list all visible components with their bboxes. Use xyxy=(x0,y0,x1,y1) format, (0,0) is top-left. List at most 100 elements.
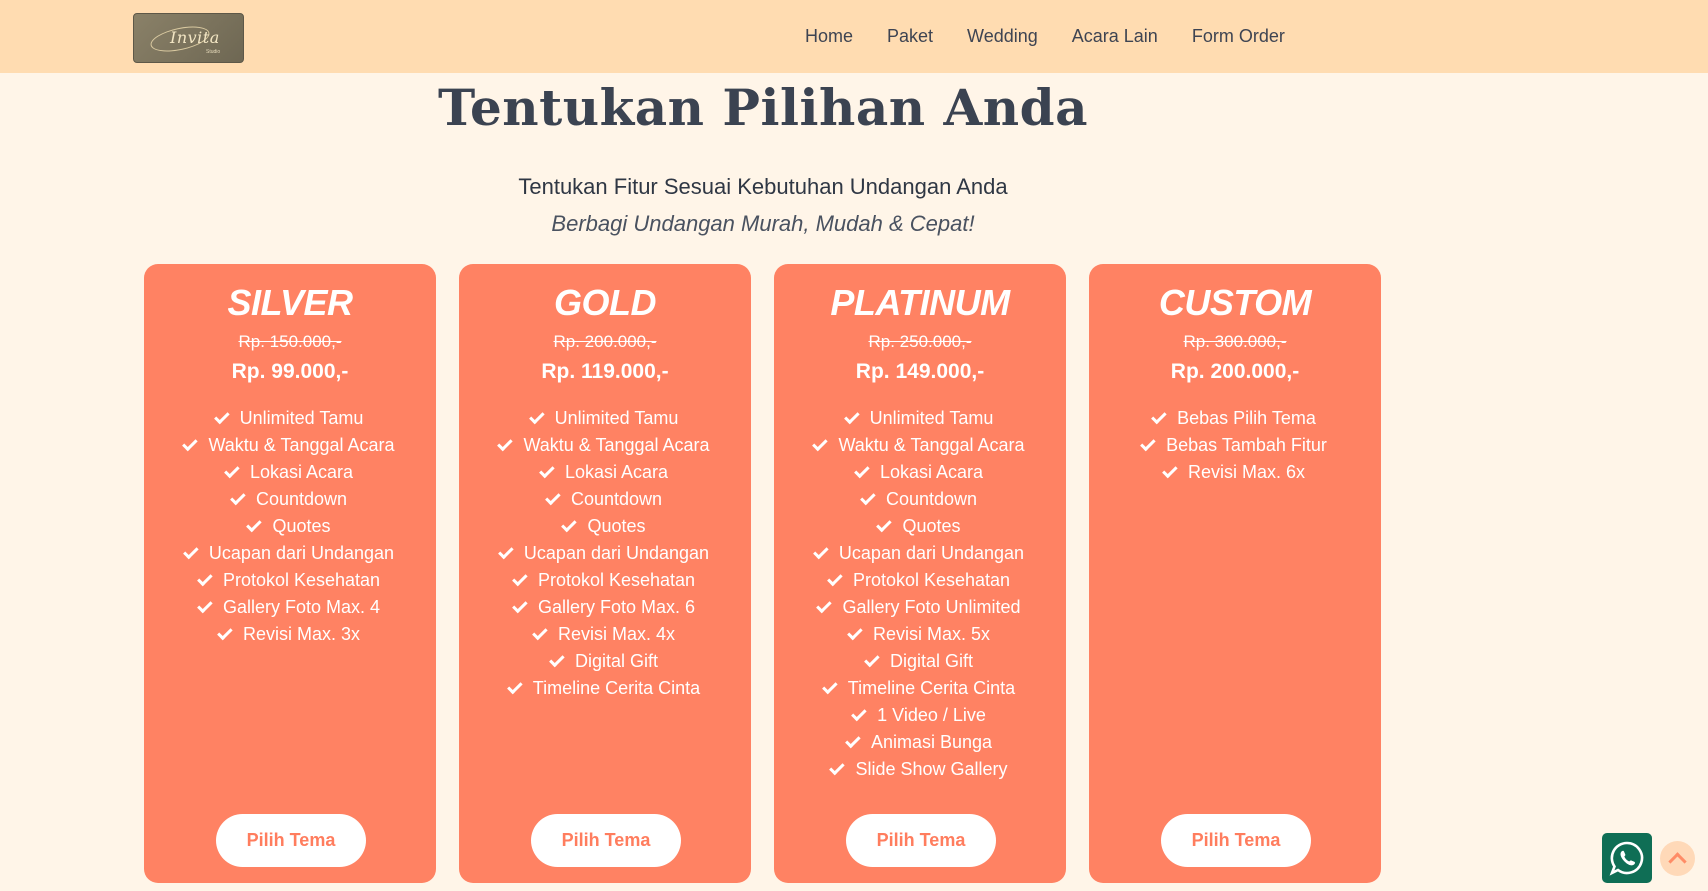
plan-feature-item: Waktu & Tanggal Acara xyxy=(459,432,751,459)
plan-old-price: Rp. 250.000,- xyxy=(868,332,972,351)
plan-feature-item: Gallery Foto Unlimited xyxy=(774,594,1066,621)
logo-text: Invita xyxy=(170,28,220,47)
page-subtitle: Tentukan Fitur Sesuai Kebutuhan Undangan… xyxy=(518,174,1008,199)
check-icon xyxy=(217,624,233,641)
check-icon xyxy=(512,597,528,614)
page-tagline: Berbagi Undangan Murah, Mudah & Cepat! xyxy=(551,211,975,236)
plan-feature-label: Gallery Foto Max. 6 xyxy=(537,597,696,617)
check-icon xyxy=(528,408,545,425)
plan-feature-item: Slide Show Gallery xyxy=(774,756,1066,783)
plan-price: Rp. 200.000,- xyxy=(1170,360,1300,383)
plan-feature-label: Timeline Cerita Cinta xyxy=(847,678,1016,698)
nav-link-wedding[interactable]: Wedding xyxy=(967,26,1038,50)
plan-feature-label: Ucapan dari Undangan xyxy=(523,543,710,563)
plan-feature-item: Lokasi Acara xyxy=(144,459,436,486)
whatsapp-button[interactable] xyxy=(1602,833,1652,883)
plan-card-silver: SILVER Rp. 150.000,- Rp. 99.000,- Unlimi… xyxy=(144,264,436,883)
plan-feature-item: Lokasi Acara xyxy=(459,459,751,486)
check-icon xyxy=(813,543,829,560)
plan-feature-label: Waktu & Tanggal Acara xyxy=(838,435,1025,455)
nav-link-home[interactable]: Home xyxy=(805,26,853,50)
pilih-tema-button-silver[interactable]: Pilih Tema xyxy=(216,814,366,867)
check-icon xyxy=(847,624,863,641)
plan-title: SILVER xyxy=(227,282,353,323)
check-icon xyxy=(213,408,230,425)
plan-feature-label: Quotes xyxy=(902,516,961,536)
plan-feature-item: Revisi Max. 6x xyxy=(1089,459,1381,486)
plan-old-price: Rp. 300.000,- xyxy=(1183,332,1287,351)
plan-feature-list: Unlimited Tamu Waktu & Tanggal Acara Lokas… xyxy=(774,405,1066,783)
plan-feature-label: Quotes xyxy=(272,516,331,536)
check-icon xyxy=(497,435,514,452)
check-icon xyxy=(876,516,893,533)
pilih-tema-button-gold[interactable]: Pilih Tema xyxy=(531,814,681,867)
plan-feature-label: Gallery Foto Max. 4 xyxy=(222,597,381,617)
plan-feature-label: Digital Gift xyxy=(574,651,659,671)
navbar: Invita Studio Home Paket Wedding Acara L… xyxy=(0,0,1708,73)
plan-feature-item: Bebas Tambah Fitur xyxy=(1089,432,1381,459)
plan-feature-label: Bebas Pilih Tema xyxy=(1177,408,1316,428)
page-title: Tentukan Pilihan Anda xyxy=(438,78,1088,137)
plan-feature-label: Protokol Kesehatan xyxy=(852,570,1011,590)
plan-feature-item: Revisi Max. 3x xyxy=(144,621,436,648)
check-icon xyxy=(498,543,514,560)
plan-feature-item: Waktu & Tanggal Acara xyxy=(774,432,1066,459)
nav-link-form-order[interactable]: Form Order xyxy=(1192,26,1285,50)
plan-feature-label: Countdown xyxy=(570,489,663,509)
check-icon xyxy=(864,651,880,668)
check-icon xyxy=(827,570,843,587)
check-icon xyxy=(230,489,246,506)
nav-link-paket[interactable]: Paket xyxy=(887,26,933,50)
check-icon xyxy=(512,570,528,587)
plan-feature-label: Unlimited Tamu xyxy=(869,408,994,428)
plan-feature-label: Revisi Max. 3x xyxy=(242,624,361,644)
check-icon xyxy=(224,462,240,479)
check-icon xyxy=(860,489,876,506)
plan-feature-label: Bebas Tambah Fitur xyxy=(1166,435,1327,455)
plan-feature-item: Protokol Kesehatan xyxy=(774,567,1066,594)
plan-feature-label: Countdown xyxy=(885,489,978,509)
plan-feature-item: Unlimited Tamu xyxy=(144,405,436,432)
check-icon xyxy=(549,651,565,668)
plan-price: Rp. 119.000,- xyxy=(541,360,669,383)
plan-card-platinum: PLATINUM Rp. 250.000,- Rp. 149.000,- Unl… xyxy=(774,264,1066,883)
plan-feature-item: Countdown xyxy=(459,486,751,513)
check-icon xyxy=(182,435,199,452)
plan-feature-item: Quotes xyxy=(144,513,436,540)
scroll-to-top-button[interactable] xyxy=(1660,841,1695,876)
plan-title: GOLD xyxy=(554,282,657,323)
check-icon xyxy=(532,624,548,641)
plan-feature-item: Quotes xyxy=(459,513,751,540)
plan-feature-list: Unlimited Tamu Waktu & Tanggal Acara Lokas… xyxy=(459,405,751,702)
plan-feature-item: Ucapan dari Undangan xyxy=(144,540,436,567)
check-icon xyxy=(197,570,213,587)
nav-link-acara-lain[interactable]: Acara Lain xyxy=(1072,26,1158,50)
check-icon xyxy=(821,678,838,695)
plan-feature-label: Timeline Cerita Cinta xyxy=(532,678,701,698)
plan-title: PLATINUM xyxy=(830,282,1010,323)
plan-feature-label: 1 Video / Live xyxy=(877,705,986,725)
pilih-tema-button-custom[interactable]: Pilih Tema xyxy=(1161,814,1311,867)
check-icon xyxy=(545,489,561,506)
plan-feature-label: Countdown xyxy=(255,489,348,509)
plan-feature-label: Protokol Kesehatan xyxy=(537,570,696,590)
plan-feature-item: Animasi Bunga xyxy=(774,729,1066,756)
plan-feature-label: Ucapan dari Undangan xyxy=(838,543,1025,563)
plan-feature-item: Digital Gift xyxy=(774,648,1066,675)
check-icon xyxy=(829,759,846,776)
plan-feature-label: Revisi Max. 5x xyxy=(872,624,991,644)
check-icon xyxy=(246,516,263,533)
plan-price: Rp. 99.000,- xyxy=(231,360,349,383)
plan-title: CUSTOM xyxy=(1158,282,1312,323)
plan-feature-label: Revisi Max. 4x xyxy=(557,624,676,644)
brand-logo[interactable]: Invita Studio xyxy=(133,13,244,63)
plan-feature-label: Quotes xyxy=(587,516,646,536)
plan-card-custom: CUSTOM Rp. 300.000,- Rp. 200.000,- Bebas… xyxy=(1089,264,1381,883)
plan-feature-list: Unlimited Tamu Waktu & Tanggal Acara Lokas… xyxy=(144,405,436,648)
pilih-tema-button-platinum[interactable]: Pilih Tema xyxy=(846,814,996,867)
check-icon xyxy=(851,705,867,722)
logo-subtext: Studio xyxy=(206,49,221,55)
plan-old-price: Rp. 150.000,- xyxy=(238,332,342,351)
plan-feature-item: Protokol Kesehatan xyxy=(459,567,751,594)
chevron-up-icon xyxy=(1668,852,1687,871)
